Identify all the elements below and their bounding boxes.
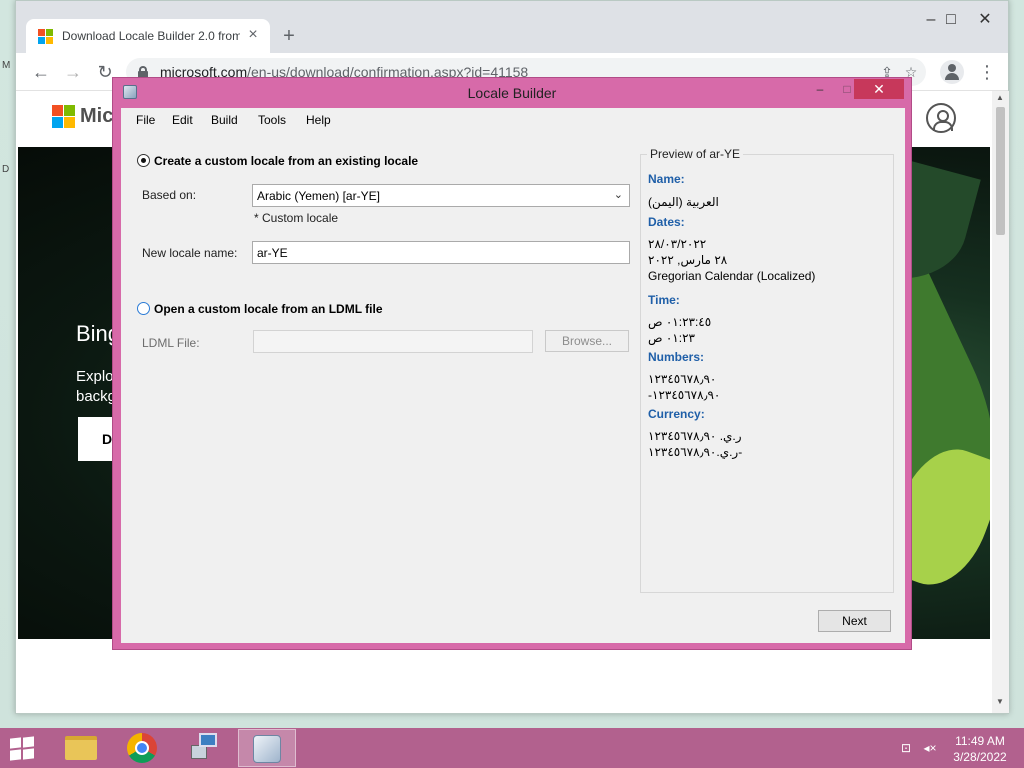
taskbar-chrome[interactable]	[114, 729, 172, 767]
menu-build[interactable]: Build	[211, 113, 238, 127]
clock-date: 3/28/2022	[953, 750, 1007, 764]
ldml-file-input[interactable]	[253, 330, 533, 353]
taskbar: ⊡ ◂× 11:49 AM 3/28/2022	[0, 728, 1024, 768]
ldml-file-label: LDML File:	[142, 336, 200, 350]
radio-existing-locale[interactable]	[137, 154, 150, 167]
radio-ldml-file[interactable]	[137, 302, 150, 315]
preview-time-heading: Time:	[648, 293, 680, 307]
volume-muted-icon[interactable]: ◂×	[922, 740, 938, 756]
tab-close-icon[interactable]: ×	[244, 26, 262, 44]
tab-strip: Download Locale Builder 2.0 from × + – □…	[16, 1, 1008, 53]
browser-menu-button[interactable]: ⋮	[978, 61, 996, 83]
menu-file[interactable]: File	[136, 113, 155, 127]
radio-ldml-file-label[interactable]: Open a custom locale from an LDML file	[154, 302, 383, 316]
scroll-down-icon[interactable]: ▼	[996, 697, 1004, 706]
network-icon[interactable]: ⊡	[898, 740, 914, 756]
browse-button[interactable]: Browse...	[545, 330, 629, 352]
menu-tools[interactable]: Tools	[258, 113, 286, 127]
account-icon[interactable]	[926, 103, 956, 133]
dialog-client-area: File Edit Build Tools Help Create a cust…	[121, 108, 905, 643]
minimize-button[interactable]: –	[810, 80, 830, 100]
locale-builder-window: Locale Builder – □ ✕ File Edit Build Too…	[112, 77, 912, 650]
preview-calendar: Gregorian Calendar (Localized)	[648, 269, 816, 283]
custom-locale-note: * Custom locale	[254, 211, 339, 225]
menu-help[interactable]: Help	[306, 113, 331, 127]
chevron-down-icon[interactable]: ⌄	[614, 188, 623, 201]
preview-time-long: ٠١:٢٣:٤٥ ص	[648, 315, 712, 329]
based-on-value: Arabic (Yemen) [ar-YE]	[257, 189, 380, 203]
back-button[interactable]: ←	[30, 61, 52, 83]
scroll-up-icon[interactable]: ▲	[996, 93, 1004, 102]
new-tab-button[interactable]: +	[278, 25, 300, 47]
browser-close-button[interactable]: ✕	[968, 9, 1002, 31]
clock-time: 11:49 AM	[955, 734, 1005, 748]
new-locale-name-value: ar-YE	[257, 246, 288, 260]
preview-currency-heading: Currency:	[648, 407, 705, 421]
folder-icon	[65, 736, 97, 760]
close-button[interactable]: ✕	[854, 79, 904, 99]
preview-legend: Preview of ar-YE	[647, 147, 744, 161]
new-locale-name-label: New locale name:	[142, 246, 238, 260]
taskbar-locale-builder[interactable]	[238, 729, 296, 767]
menu-bar: File Edit Build Tools Help	[121, 108, 905, 132]
based-on-label: Based on:	[142, 188, 197, 202]
new-locale-name-input[interactable]: ar-YE	[252, 241, 630, 264]
browser-tab[interactable]: Download Locale Builder 2.0 from ×	[26, 19, 270, 53]
desktop-icon-fragment: D	[2, 164, 10, 175]
next-button[interactable]: Next	[818, 610, 891, 632]
menu-edit[interactable]: Edit	[172, 113, 193, 127]
desktop-icon-fragment: M	[2, 60, 11, 71]
microsoft-logo-icon[interactable]	[52, 105, 76, 129]
clock[interactable]: 11:49 AM 3/28/2022	[948, 733, 1012, 765]
preview-numbers-heading: Numbers:	[648, 350, 705, 364]
browser-maximize-button[interactable]: □	[934, 9, 968, 31]
windows-start-icon[interactable]	[6, 736, 38, 761]
locale-builder-icon	[253, 735, 281, 763]
preview-name-heading: Name:	[648, 172, 685, 186]
forward-button[interactable]: →	[62, 61, 84, 83]
based-on-dropdown[interactable]: Arabic (Yemen) [ar-YE] ⌄	[252, 184, 630, 207]
preview-date-short: ٢٨/٠٣/٢٠٢٢	[648, 237, 707, 251]
microsoft-favicon-icon	[38, 29, 54, 45]
page-scrollbar[interactable]: ▲ ▼	[992, 91, 1009, 713]
preview-group: Preview of ar-YE Name: العربية (اليمن) D…	[640, 147, 894, 593]
computer-icon	[189, 733, 219, 761]
window-title: Locale Builder	[467, 85, 557, 101]
taskbar-file-explorer[interactable]	[52, 729, 110, 767]
tab-title: Download Locale Builder 2.0 from	[62, 29, 240, 43]
preview-date-long: ٢٨ مارس, ٢٠٢٢	[648, 253, 728, 267]
preview-currency-negative: ر.ي.١٢٣٤٥٦٧٨٫٩٠-	[648, 445, 743, 459]
chrome-icon	[127, 733, 157, 763]
preview-name-value: العربية (اليمن)	[648, 195, 719, 209]
preview-currency-positive: ر.ي. ١٢٣٤٥٦٧٨٫٩٠	[648, 429, 742, 443]
scrollbar-thumb[interactable]	[996, 107, 1005, 235]
preview-time-short: ٠١:٢٣ ص	[648, 331, 695, 345]
profile-avatar-icon[interactable]	[940, 60, 964, 84]
preview-number-negative: -١٢٣٤٥٦٧٨٫٩٠	[648, 388, 721, 402]
preview-number-positive: ١٢٣٤٥٦٧٨٫٩٠	[648, 372, 717, 386]
radio-existing-locale-label[interactable]: Create a custom locale from an existing …	[154, 154, 418, 168]
preview-dates-heading: Dates:	[648, 215, 685, 229]
taskbar-computer[interactable]	[176, 729, 234, 767]
